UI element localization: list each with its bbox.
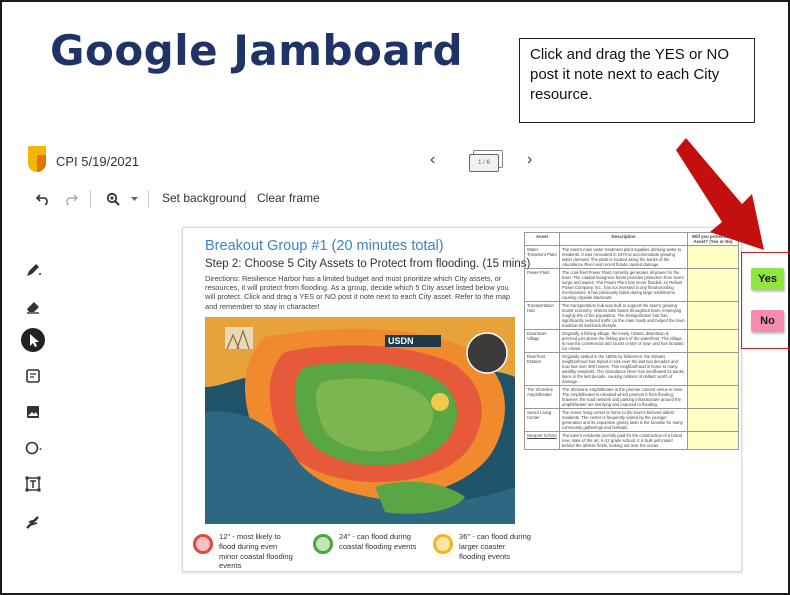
table-row: Downtown Village Originally a fishing vi…	[524, 329, 739, 353]
set-background-button[interactable]: Set background	[162, 191, 246, 205]
asset-description-cell: Originally a fishing village, the lovely…	[559, 329, 688, 353]
text-box-icon	[25, 476, 41, 492]
legend-item-36-inch: 36" - can flood during larger coaster fl…	[433, 530, 533, 570]
legend-item-24-inch: 24" - can flood during coastal flooding …	[313, 530, 423, 570]
table-header: Description	[559, 232, 688, 246]
laser-icon	[26, 516, 39, 529]
flood-map-image: USDN	[205, 317, 515, 524]
city-assets-table: Asset Description Will you protect this …	[524, 232, 739, 450]
redo-icon[interactable]	[64, 193, 78, 205]
frame-title: Breakout Group #1 (20 minutes total)	[205, 238, 444, 254]
asset-description-cell: The coal-fired Power Plant currently gen…	[559, 268, 688, 302]
text-box-tool[interactable]	[18, 470, 48, 498]
answer-cell	[687, 268, 739, 302]
presentation-slide: Google Jamboard Click and drag the YES o…	[0, 0, 790, 595]
table-row: The Shoreline Amphitheater The Shoreline…	[524, 385, 739, 409]
select-tool[interactable]	[18, 326, 48, 354]
slide-title: Google Jamboard	[50, 26, 464, 75]
asset-name-cell: Power Plant	[524, 268, 560, 302]
shape-tool[interactable]	[18, 434, 48, 462]
red-arrow-icon	[676, 138, 764, 250]
select-cursor-icon	[21, 328, 45, 352]
asset-description-cell: The town's main water treatment plant su…	[559, 245, 688, 269]
toolbar-divider	[90, 190, 91, 208]
asset-name-cell: Water Treatment Plant	[524, 245, 560, 269]
map-brand-label: USDN	[388, 336, 414, 346]
instruction-callout: Click and drag the YES or NO post it not…	[519, 38, 755, 123]
table-row: Transportation Hub The transportation hu…	[524, 301, 739, 330]
red-legend-dot	[193, 534, 213, 554]
legend-label: 24" - can flood during coastal flooding …	[339, 532, 417, 551]
asset-name-cell: Riverfront Estates	[524, 352, 560, 386]
eraser-tool[interactable]	[18, 292, 48, 320]
undo-icon[interactable]	[36, 193, 50, 205]
answer-cell	[687, 329, 739, 353]
jam-frame-canvas[interactable]: Breakout Group #1 (20 minutes total) Ste…	[182, 227, 742, 572]
asset-description-cell: Originally settled in the 1800s by fishe…	[559, 352, 688, 386]
answer-cell	[687, 408, 739, 432]
image-tool[interactable]	[18, 398, 48, 426]
sticky-note-icon	[26, 369, 40, 383]
answer-cell	[687, 352, 739, 386]
previous-frame-button[interactable]: ‹	[430, 151, 435, 169]
asset-description-cell: The senior living center is home to the …	[559, 408, 688, 432]
legend-label: 12" - most likely to flood during even m…	[219, 532, 293, 571]
legend-item-12-inch: 12" - most likely to flood during even m…	[193, 530, 297, 570]
frame-indicator: 1 / 6	[469, 154, 499, 172]
clear-frame-button[interactable]: Clear frame	[257, 191, 320, 205]
image-icon	[27, 406, 39, 418]
yellow-legend-dot	[433, 534, 453, 554]
answer-cell	[687, 431, 739, 450]
pen-tool[interactable]	[18, 256, 48, 284]
asset-name-cell: The Shoreline Amphitheater	[524, 385, 560, 409]
table-row: Riverfront Estates Originally settled in…	[524, 352, 739, 386]
sticky-note-tool[interactable]	[18, 362, 48, 390]
laser-tool[interactable]	[18, 508, 48, 536]
toolbar-divider	[148, 190, 149, 208]
frame-directions: Directions: Resilience Harbor has a limi…	[205, 274, 511, 311]
eraser-icon	[27, 302, 39, 314]
toolbar-divider	[245, 190, 246, 208]
sticky-notes-highlight-box	[741, 252, 790, 349]
asset-name-cell: Senior Living Center	[524, 408, 560, 432]
asset-name-cell: Downtown Village	[524, 329, 560, 353]
table-row: Senior Living Center The senior living c…	[524, 408, 739, 432]
asset-name-cell: Newport School	[524, 431, 560, 450]
asset-description-cell: The Shoreline Amphitheater is the premie…	[559, 385, 688, 409]
frame-step: Step 2: Choose 5 City Assets to Protect …	[205, 258, 531, 270]
asset-name-cell: Transportation Hub	[524, 301, 560, 330]
circle-shape-icon	[25, 441, 42, 455]
table-row: Newport School The town's residents rece…	[524, 431, 739, 450]
no-sticky-note[interactable]: No	[751, 310, 784, 332]
asset-description-cell: The transportation hub was built to supp…	[559, 301, 688, 330]
asset-description-cell: The town's residents recently paid for t…	[559, 431, 688, 450]
yes-sticky-note[interactable]: Yes	[751, 268, 784, 290]
frame-bar-button[interactable]: 1 / 6	[465, 149, 505, 175]
flood-map-illustration: USDN	[205, 317, 515, 524]
zoom-icon[interactable]	[106, 192, 122, 206]
jamboard-logo-icon	[28, 146, 46, 172]
next-frame-button[interactable]: ›	[527, 151, 532, 169]
answer-cell	[687, 385, 739, 409]
document-title[interactable]: CPI 5/19/2021	[56, 154, 139, 169]
table-header: Asset	[524, 232, 560, 246]
green-legend-dot	[313, 534, 333, 554]
legend-label: 36" - can flood during larger coaster fl…	[459, 532, 531, 561]
table-row: Power Plant The coal-fired Power Plant c…	[524, 268, 739, 302]
tool-sidebar	[18, 252, 52, 552]
chevron-down-icon[interactable]	[131, 197, 138, 202]
answer-cell	[687, 301, 739, 330]
pen-icon	[27, 264, 41, 276]
